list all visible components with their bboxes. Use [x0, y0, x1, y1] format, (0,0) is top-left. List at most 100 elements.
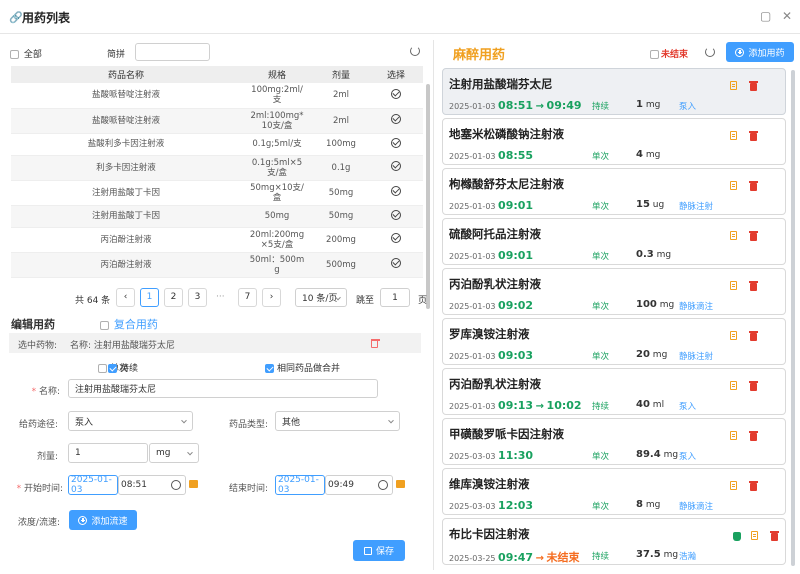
table-row[interactable]: 丙泊酚注射液 20ml:200mg ×5支/盒 200mg	[11, 227, 423, 253]
close-icon[interactable]: ✕	[782, 9, 792, 23]
page-ellipsis[interactable]: ···	[216, 292, 225, 302]
trash-icon[interactable]	[749, 481, 758, 491]
edit-doc-icon[interactable]	[730, 181, 737, 190]
next-page-button[interactable]: ›	[262, 288, 281, 307]
dose-unit-select[interactable]: mg	[149, 443, 199, 463]
trash-icon[interactable]	[749, 131, 758, 141]
type-select[interactable]: 其他	[275, 411, 400, 431]
refresh-icon[interactable]	[410, 46, 420, 56]
medication-card[interactable]: 丙泊酚乳状注射液 2025-01-03 09:02 单次 100 mg 静脉滴注	[442, 268, 786, 315]
medication-card[interactable]: 硫酸阿托品注射液 2025-01-03 09:01 单次 0.3 mg	[442, 218, 786, 265]
page-1-button[interactable]: 1	[140, 288, 159, 307]
check-circle-icon[interactable]	[391, 88, 401, 99]
cell-select[interactable]	[369, 133, 423, 156]
table-row[interactable]: 盐酸哌替啶注射液 2ml:100mg* 10支/盒 2ml	[11, 108, 423, 134]
calendar-icon[interactable]	[189, 480, 198, 488]
unfinished-checkbox[interactable]: 未结束	[650, 47, 688, 60]
table-scrollbar[interactable]	[426, 84, 430, 309]
add-medication-button[interactable]: 添加用药	[726, 42, 794, 62]
save-button[interactable]: 保存	[353, 540, 405, 561]
continuous-box[interactable]	[108, 364, 117, 373]
once-box[interactable]	[98, 364, 107, 373]
jump-page-input[interactable]: 1	[380, 288, 410, 307]
check-circle-icon[interactable]	[391, 137, 401, 148]
table-row[interactable]: 盐酸利多卡因注射液 0.1g;5ml/支 100mg	[11, 133, 423, 156]
merge-checkbox[interactable]: 相同药品做合并	[265, 361, 340, 374]
medication-card[interactable]: 布比卡因注射液 2025-03-25 09:47 → 未结束 持续 37.5 m…	[442, 518, 786, 565]
select-all-checkbox[interactable]: 全部	[10, 47, 42, 60]
check-circle-icon[interactable]	[391, 258, 401, 268]
maximize-icon[interactable]: ▢	[760, 9, 771, 23]
cell-select[interactable]	[369, 155, 423, 181]
page-3-button[interactable]: 3	[188, 288, 207, 307]
edit-doc-icon[interactable]	[730, 231, 737, 240]
check-circle-icon[interactable]	[391, 186, 401, 196]
trash-icon[interactable]	[749, 81, 758, 91]
refresh-icon[interactable]	[705, 47, 715, 57]
prev-page-button[interactable]: ‹	[116, 288, 135, 307]
clock-icon[interactable]	[171, 480, 181, 490]
cell-select[interactable]	[369, 252, 423, 278]
page-7-button[interactable]: 7	[238, 288, 257, 307]
cell-select[interactable]	[369, 180, 423, 206]
edit-doc-icon[interactable]	[730, 281, 737, 290]
trash-icon[interactable]	[749, 281, 758, 291]
edit-doc-icon[interactable]	[730, 131, 737, 140]
cell-select[interactable]	[369, 83, 423, 109]
trash-icon[interactable]	[749, 431, 758, 441]
pinyin-input[interactable]	[135, 43, 210, 61]
calendar-icon[interactable]	[396, 480, 405, 488]
trash-icon[interactable]	[749, 331, 758, 341]
page-2-button[interactable]: 2	[164, 288, 183, 307]
check-circle-icon[interactable]	[391, 161, 401, 171]
check-circle-icon[interactable]	[391, 233, 401, 243]
clock-icon[interactable]	[378, 480, 388, 490]
table-row[interactable]: 注射用盐酸丁卡因 50mg 50mg	[11, 205, 423, 228]
table-row[interactable]: 丙泊酚注射液 50ml：500m g 500mg	[11, 252, 423, 278]
edit-doc-icon[interactable]	[730, 81, 737, 90]
edit-doc-icon[interactable]	[730, 331, 737, 340]
per-page-select[interactable]: 10 条/页	[295, 288, 347, 307]
card-unfinished: 未结束	[546, 551, 580, 564]
add-rate-button[interactable]: 添加流速	[69, 510, 137, 530]
route-select[interactable]: 泵入	[68, 411, 193, 431]
cell-select[interactable]	[369, 108, 423, 134]
medication-card[interactable]: 丙泊酚乳状注射液 2025-01-03 09:13 → 10:02 持续 40 …	[442, 368, 786, 415]
medication-card[interactable]: 地塞米松磷酸钠注射液 2025-01-03 08:55 单次 4 mg	[442, 118, 786, 165]
unfinished-box[interactable]	[650, 50, 659, 59]
trash-icon[interactable]	[770, 531, 779, 541]
compound-checkbox[interactable]: 复合用药	[100, 316, 158, 332]
medication-card[interactable]: 注射用盐酸瑞芬太尼 2025-01-03 08:51 → 09:49 持续 1 …	[442, 68, 786, 115]
medication-card[interactable]: 维库溴铵注射液 2025-03-03 12:03 单次 8 mg 静脉滴注	[442, 468, 786, 515]
medication-card[interactable]: 罗库溴铵注射液 2025-01-03 09:03 单次 20 mg 静脉注射	[442, 318, 786, 365]
continuous-checkbox[interactable]: 持续	[108, 361, 138, 374]
medication-card[interactable]: 甲磺酸罗哌卡因注射液 2025-03-03 11:30 单次 89.4 mg 泵…	[442, 418, 786, 465]
trash-icon[interactable]	[749, 181, 758, 191]
check-circle-icon[interactable]	[391, 114, 401, 124]
table-row[interactable]: 注射用盐酸丁卡因 50mg×10支/盒 50mg	[11, 180, 423, 206]
select-all-box[interactable]	[10, 50, 19, 59]
merge-box[interactable]	[265, 364, 274, 373]
edit-doc-icon[interactable]	[730, 381, 737, 390]
end-time-input[interactable]: 09:49	[325, 475, 393, 495]
trash-icon[interactable]	[371, 339, 380, 348]
compound-box[interactable]	[100, 321, 109, 330]
table-row[interactable]: 利多卡因注射液 0.1g:5ml×5 支/盒 0.1g	[11, 155, 423, 181]
cell-select[interactable]	[369, 227, 423, 253]
hand-stop-icon[interactable]	[733, 532, 741, 541]
dose-input[interactable]: 1	[68, 443, 148, 463]
medication-card[interactable]: 枸橼酸舒芬太尼注射液 2025-01-03 09:01 单次 15 ug 静脉注…	[442, 168, 786, 215]
table-row[interactable]: 盐酸哌替啶注射液 100mg:2ml/支 2ml	[11, 83, 423, 109]
check-circle-icon[interactable]	[391, 209, 401, 220]
cell-select[interactable]	[369, 205, 423, 228]
end-date-input[interactable]: 2025-01-03	[275, 475, 325, 495]
start-date-input[interactable]: 2025-01-03	[68, 475, 118, 495]
start-time-input[interactable]: 08:51	[118, 475, 186, 495]
trash-icon[interactable]	[749, 381, 758, 391]
edit-doc-icon[interactable]	[730, 481, 737, 490]
name-input[interactable]: 注射用盐酸瑞芬太尼	[68, 379, 378, 398]
edit-doc-icon[interactable]	[730, 431, 737, 440]
trash-icon[interactable]	[749, 231, 758, 241]
edit-doc-icon[interactable]	[751, 531, 758, 540]
cards-scrollbar[interactable]	[791, 70, 795, 566]
